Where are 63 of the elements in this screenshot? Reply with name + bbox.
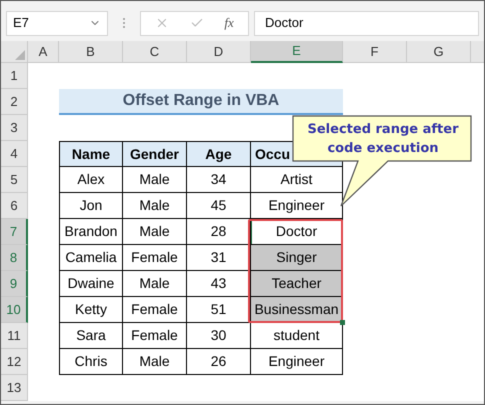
row-header[interactable]: 13 — [1, 375, 28, 401]
column-header[interactable]: D — [187, 41, 251, 63]
table-cell: Doctor — [251, 219, 343, 245]
column-header[interactable]: F — [343, 41, 407, 63]
table-cell: 51 — [187, 297, 251, 323]
table-header-cell: Age — [187, 141, 251, 167]
table-cell: Ketty — [59, 297, 123, 323]
column-header[interactable]: E — [251, 41, 343, 63]
table-cell: 45 — [187, 193, 251, 219]
table-cell: Female — [123, 297, 187, 323]
table-cell: Teacher — [251, 271, 343, 297]
row-header[interactable]: 8 — [1, 245, 28, 271]
column-header[interactable]: B — [59, 41, 123, 63]
table-cell: Brandon — [59, 219, 123, 245]
table-cell: Female — [123, 323, 187, 349]
title-banner: Offset Range in VBA — [59, 89, 343, 115]
table-cell: 26 — [187, 349, 251, 375]
column-header[interactable]: A — [28, 41, 59, 63]
table-cell: Chris — [59, 349, 123, 375]
table-cell: Male — [123, 271, 187, 297]
table-cell: 30 — [187, 323, 251, 349]
table-header-cell: Gender — [123, 141, 187, 167]
row-header[interactable]: 10 — [1, 297, 28, 323]
table-cell: 43 — [187, 271, 251, 297]
row-header[interactable]: 1 — [1, 63, 28, 89]
table-cell: Female — [123, 245, 187, 271]
table-cell: student — [251, 323, 343, 349]
table-header-cell: Name — [59, 141, 123, 167]
table-cell: 31 — [187, 245, 251, 271]
row-header[interactable]: 4 — [1, 141, 28, 167]
column-header[interactable]: C — [123, 41, 187, 63]
insert-function-button[interactable]: fx — [224, 13, 234, 33]
table-cell: Male — [123, 349, 187, 375]
table-cell: Alex — [59, 167, 123, 193]
table-cell: Male — [123, 219, 187, 245]
row-header[interactable]: 6 — [1, 193, 28, 219]
table-cell: Dwaine — [59, 271, 123, 297]
name-box[interactable]: E7 — [6, 10, 108, 36]
row-header[interactable]: 11 — [1, 323, 28, 349]
grip-icon — [122, 17, 126, 29]
row-header[interactable]: 3 — [1, 115, 28, 141]
row-header[interactable]: 12 — [1, 349, 28, 375]
table-cell: Artist — [251, 167, 343, 193]
row-header[interactable]: 2 — [1, 89, 28, 115]
table-cell: Engineer — [251, 193, 343, 219]
table-cell: Male — [123, 193, 187, 219]
table-cell: Engineer — [251, 349, 343, 375]
column-header[interactable] — [471, 41, 484, 63]
column-header[interactable]: G — [407, 41, 471, 63]
table-cell: Jon — [59, 193, 123, 219]
table-cell: 28 — [187, 219, 251, 245]
table-cell: Camelia — [59, 245, 123, 271]
table-cell: 34 — [187, 167, 251, 193]
select-all-icon — [15, 50, 25, 60]
row-header[interactable]: 9 — [1, 271, 28, 297]
row-header[interactable]: 5 — [1, 167, 28, 193]
select-all-corner[interactable] — [1, 41, 28, 63]
table-cell: Male — [123, 167, 187, 193]
row-header[interactable]: 7 — [1, 219, 28, 245]
formula-field[interactable]: Doctor — [254, 10, 479, 36]
table-cell: Singer — [251, 245, 343, 271]
table-cell: Businessman — [251, 297, 343, 323]
table-cell: Sara — [59, 323, 123, 349]
